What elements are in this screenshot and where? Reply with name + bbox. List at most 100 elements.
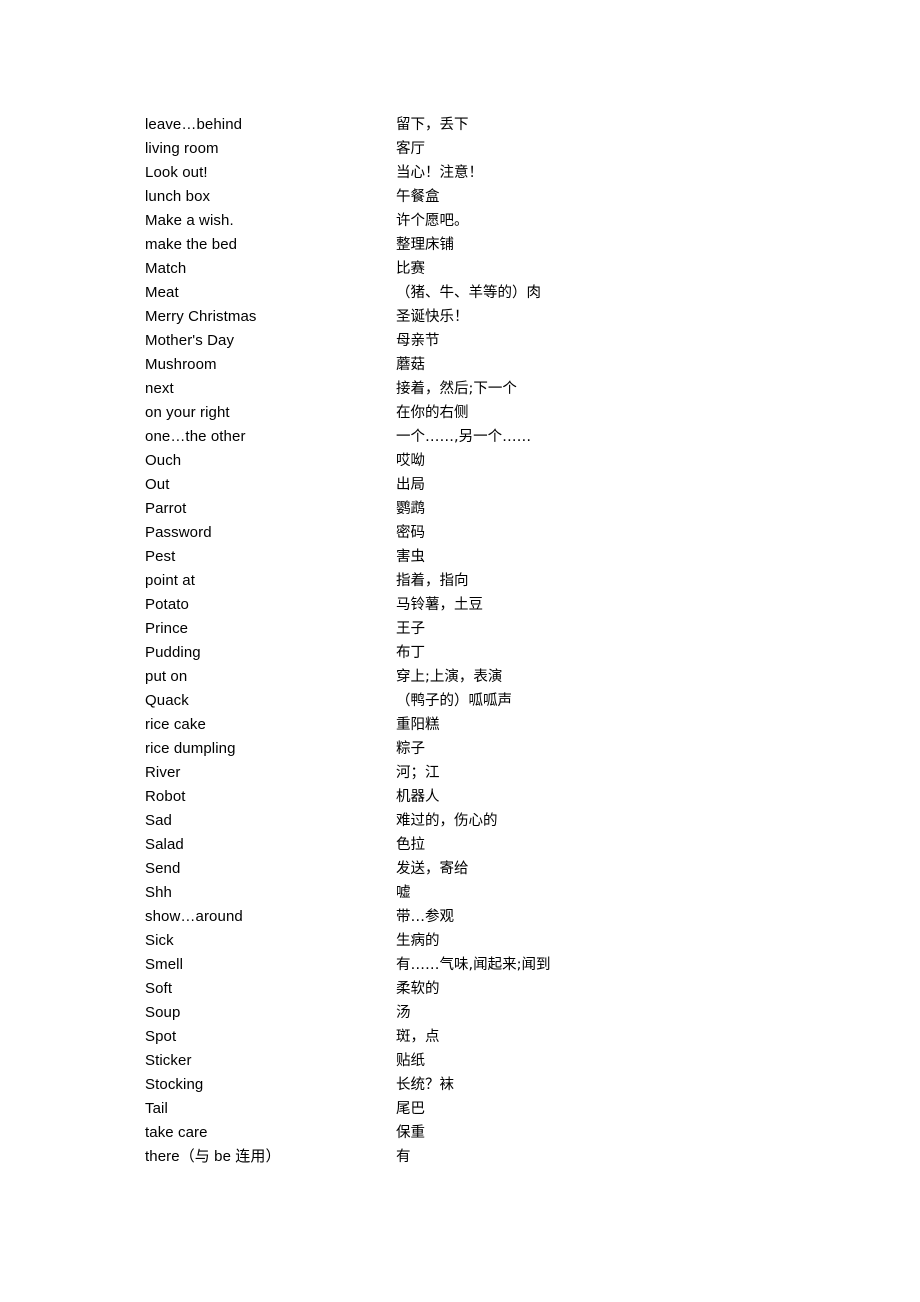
glossary-entry: Soup 汤 — [0, 1001, 920, 1025]
glossary-definition: 汤 — [396, 1005, 411, 1021]
glossary-entry: rice cake 重阳糕 — [0, 713, 920, 737]
glossary-entry: living room 客厅 — [0, 137, 920, 161]
glossary-entry: Spot 斑，点 — [0, 1025, 920, 1049]
glossary-definition: 难过的，伤心的 — [396, 813, 498, 829]
glossary-entry: Mushroom 蘑菇 — [0, 353, 920, 377]
glossary-definition: 色拉 — [396, 837, 425, 853]
glossary-term: Pudding — [145, 644, 201, 661]
glossary-definition: 密码 — [396, 525, 425, 541]
glossary-entry: Sick 生病的 — [0, 929, 920, 953]
glossary-definition: 嘘 — [396, 885, 411, 901]
glossary-entry: put on 穿上;上演，表演 — [0, 665, 920, 689]
glossary-entry: Pest 害虫 — [0, 545, 920, 569]
glossary-definition: 有……气味,闻起来;闻到 — [396, 957, 551, 973]
glossary-definition: （鸭子的）呱呱声 — [396, 693, 512, 709]
glossary-definition: （猪、牛、羊等的）肉 — [396, 285, 541, 301]
glossary-definition: 粽子 — [396, 741, 425, 757]
glossary-term: Spot — [145, 1028, 177, 1045]
glossary-entry: Password 密码 — [0, 521, 920, 545]
glossary-entry: Quack （鸭子的）呱呱声 — [0, 689, 920, 713]
glossary-entry: Mother's Day 母亲节 — [0, 329, 920, 353]
glossary-definition: 贴纸 — [396, 1053, 425, 1069]
glossary-entry: on your right 在你的右侧 — [0, 401, 920, 425]
glossary-term: take care — [145, 1124, 208, 1141]
glossary-definition: 许个愿吧。 — [396, 213, 469, 229]
glossary-term: Quack — [145, 692, 189, 709]
glossary-term: Merry Christmas — [145, 308, 257, 325]
glossary-definition: 斑，点 — [396, 1029, 440, 1045]
glossary-term: rice dumpling — [145, 740, 236, 757]
glossary-definition: 比赛 — [396, 261, 425, 277]
glossary-term: Make a wish. — [145, 212, 234, 229]
glossary-definition: 哎呦 — [396, 453, 425, 469]
glossary-definition: 在你的右侧 — [396, 405, 469, 421]
glossary-term: Out — [145, 476, 170, 493]
glossary-entry: Meat （猪、牛、羊等的）肉 — [0, 281, 920, 305]
glossary-definition: 带…参观 — [396, 909, 454, 925]
glossary-term: rice cake — [145, 716, 206, 733]
glossary-entry: Sticker 贴纸 — [0, 1049, 920, 1073]
glossary-term: put on — [145, 668, 188, 685]
glossary-definition: 客厅 — [396, 141, 425, 157]
glossary-entry: Make a wish. 许个愿吧。 — [0, 209, 920, 233]
glossary-term: Smell — [145, 956, 184, 973]
glossary-definition: 长统？袜 — [396, 1077, 454, 1093]
glossary-definition: 留下，丢下 — [396, 117, 469, 133]
glossary-entry: leave…behind 留下，丢下 — [0, 113, 920, 137]
glossary-definition: 母亲节 — [396, 333, 440, 349]
glossary-definition: 接着，然后;下一个 — [396, 381, 517, 397]
glossary-term: leave…behind — [145, 116, 243, 133]
glossary-term: Send — [145, 860, 181, 877]
glossary-term: Ouch — [145, 452, 182, 469]
glossary-definition: 穿上;上演，表演 — [396, 669, 503, 685]
glossary-entry: Tail 尾巴 — [0, 1097, 920, 1121]
glossary-entry: Salad 色拉 — [0, 833, 920, 857]
glossary-definition: 柔软的 — [396, 981, 440, 997]
glossary-definition: 布丁 — [396, 645, 425, 661]
glossary-definition: 发送，寄给 — [396, 861, 469, 877]
glossary-definition: 尾巴 — [396, 1101, 425, 1117]
glossary-term: Sticker — [145, 1052, 192, 1069]
glossary-entry: Ouch 哎呦 — [0, 449, 920, 473]
glossary-term: Match — [145, 260, 187, 277]
glossary-entry: Soft 柔软的 — [0, 977, 920, 1001]
glossary-entry: rice dumpling 粽子 — [0, 737, 920, 761]
glossary-definition: 蘑菇 — [396, 357, 425, 373]
glossary-entry: Sad 难过的，伤心的 — [0, 809, 920, 833]
glossary-definition: 重阳糕 — [396, 717, 440, 733]
glossary-term: Look out! — [145, 164, 208, 181]
glossary-definition: 机器人 — [396, 789, 440, 805]
glossary-term: River — [145, 764, 181, 781]
glossary-entry: take care 保重 — [0, 1121, 920, 1145]
glossary-term: make the bed — [145, 236, 238, 253]
glossary-entry: Match 比赛 — [0, 257, 920, 281]
glossary-term: Meat — [145, 284, 179, 301]
document-page: leave…behind 留下，丢下 living room 客厅 Look out! 当… — [0, 0, 920, 1302]
glossary-term: point at — [145, 572, 196, 589]
glossary-term: Mushroom — [145, 356, 217, 373]
glossary-term: show…around — [145, 908, 243, 925]
glossary-entry: Robot 机器人 — [0, 785, 920, 809]
glossary-entry: Potato 马铃薯，土豆 — [0, 593, 920, 617]
glossary-term: Robot — [145, 788, 186, 805]
glossary-term: on your right — [145, 404, 230, 421]
glossary-entry: Send 发送，寄给 — [0, 857, 920, 881]
glossary-definition: 有 — [396, 1149, 411, 1165]
glossary-term: there（与 be 连用） — [145, 1148, 281, 1165]
glossary-definition: 保重 — [396, 1125, 425, 1141]
glossary-term: Sad — [145, 812, 172, 829]
glossary-definition: 害虫 — [396, 549, 425, 565]
glossary-entry: next 接着，然后;下一个 — [0, 377, 920, 401]
glossary-entry: lunch box 午餐盒 — [0, 185, 920, 209]
glossary-definition: 生病的 — [396, 933, 440, 949]
glossary-term: Salad — [145, 836, 184, 853]
glossary-definition: 马铃薯，土豆 — [396, 597, 483, 613]
glossary-term: Tail — [145, 1100, 168, 1117]
glossary-term: Parrot — [145, 500, 187, 517]
glossary-entry: there（与 be 连用） 有 — [0, 1145, 920, 1169]
glossary-definition: 鹦鹉 — [396, 501, 425, 517]
glossary-term: Password — [145, 524, 212, 541]
glossary-term: Mother's Day — [145, 332, 235, 349]
glossary-list: leave…behind 留下，丢下 living room 客厅 Look out! 当… — [0, 113, 920, 1169]
glossary-definition: 一个……,另一个…… — [396, 429, 532, 445]
